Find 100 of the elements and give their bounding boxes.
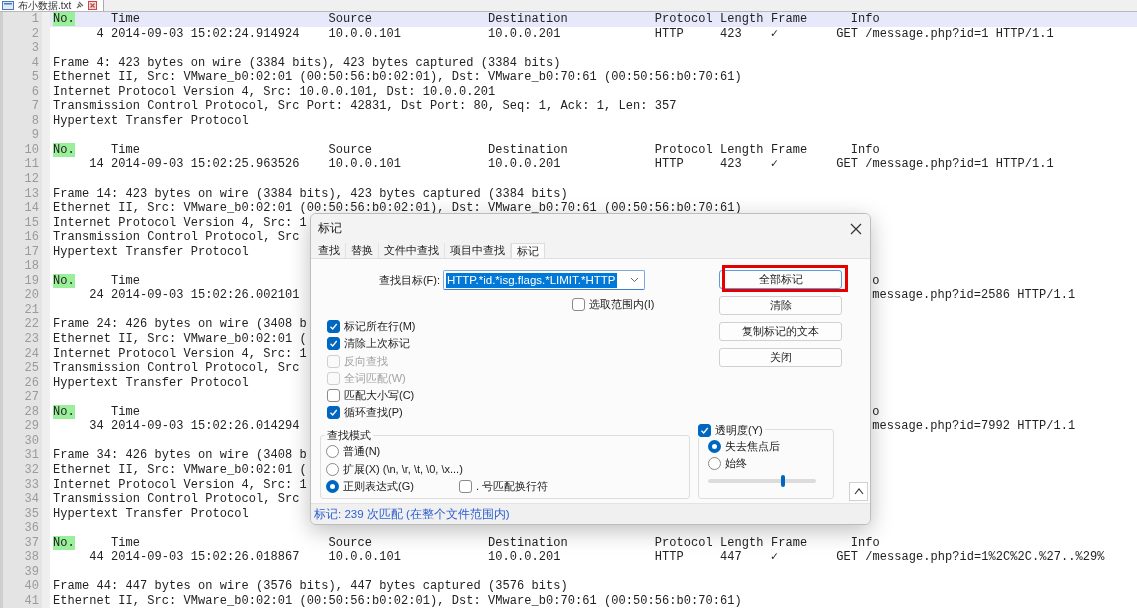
dropdown-caret-icon[interactable] — [630, 277, 639, 283]
code-line: Frame 44: 447 bytes on wire (3576 bits), 447 bytes captured (3576 bits) — [53, 579, 568, 594]
code-line: Ethernet II, Src: VMware_b0:02:01 (00:50:56:b0:02:01), Dst: VMware_b0:70:61 (00:50:56:b0:70:61) — [53, 593, 742, 608]
code-line: Transmission Control Protocol, Src — [53, 361, 300, 376]
radio-button[interactable] — [708, 457, 721, 471]
status-text: 标记: 239 次匹配 (在整个文件范围内) — [311, 503, 870, 524]
checkbox[interactable] — [698, 423, 711, 437]
line-number: 23 — [3, 332, 50, 347]
code-line: Transmission Control Protocol, Src Port: 42831, Dst Port: 80, Seq: 1, Ack: 1, Len: 357 — [53, 99, 677, 114]
line-number: 25 — [3, 361, 50, 376]
checkbox[interactable] — [327, 406, 340, 420]
checkbox-label: 选取范围内(I) — [589, 297, 655, 313]
checkbox[interactable] — [458, 479, 472, 493]
line-number: 9 — [3, 128, 50, 143]
slider-thumb[interactable] — [780, 475, 785, 488]
checkbox[interactable] — [327, 337, 340, 351]
file-icon — [2, 1, 14, 10]
code-line: Hypertext Transfer Protocol — [53, 375, 249, 390]
code-line: Transmission Control Protocol, Src — [53, 230, 300, 245]
line-number: 14 — [3, 201, 50, 216]
code-line: Internet Protocol Version 4, Src: 10.0.0.101, Dst: 10.0.0.201 — [53, 84, 496, 99]
line-number: 3 — [3, 41, 50, 56]
checkbox-label: 反向查找 — [344, 353, 388, 369]
file-tab-label: 布小数据.txt — [18, 0, 72, 11]
collapse-button[interactable] — [849, 482, 868, 501]
search-match: No. — [53, 404, 75, 419]
code-line: Time Source Destination Protocol Length Frame Info — [110, 142, 880, 157]
code-line: Frame 14: 423 bytes on wire (3384 bits), 423 bytes captured (3384 bits) — [53, 186, 568, 201]
code-line: Time Source Destination Protocol Length Frame Info — [110, 535, 880, 550]
search-match: No. — [53, 12, 75, 26]
line-number: 29 — [3, 419, 50, 434]
code-line: Hypertext Transfer Protocol — [53, 506, 249, 521]
radio-button[interactable] — [326, 445, 339, 459]
code-line: Ethernet II, Src: VMware_b0:02:01 (00:50:56:b0:02:01), Dst: VMware_b0:70:61 (00:50:56:b0:70:61) — [53, 70, 742, 85]
chevron-up-icon — [853, 488, 864, 495]
radio-button[interactable] — [326, 479, 339, 493]
checkbox-label: 标记所在行(M) — [344, 319, 416, 335]
code-line: Time — [110, 404, 141, 419]
code-line: 4 2014-09-03 15:02:24.914924 10.0.0.101 10.0.0.201 HTTP 423 ✓ GET /message.php?id=1 HTTP/1.1 — [95, 26, 1054, 41]
checkbox[interactable] — [327, 320, 340, 334]
radio-button[interactable] — [708, 440, 721, 454]
checkbox-label: 透明度(Y) — [715, 422, 763, 438]
close-icon[interactable] — [850, 222, 862, 235]
code-line: Time — [110, 273, 141, 288]
line-number: 36 — [3, 521, 50, 536]
file-tab[interactable]: 布小数据.txt — [0, 0, 105, 11]
line-number: 1 — [3, 12, 50, 27]
code-line: Transmission Control Protocol, Src — [53, 492, 300, 507]
search-match: No. — [53, 142, 75, 157]
checkbox-label: . 号匹配换行符 — [475, 478, 548, 494]
dialog-button[interactable]: 关闭 — [719, 348, 842, 367]
code-line: message.php?id=7992 HTTP/1.1 — [872, 419, 1076, 434]
line-number: 22 — [3, 317, 50, 333]
radio-label: 扩展(X) (\n, \r, \t, \0, \x...) — [343, 461, 463, 477]
search-match: No. — [53, 273, 75, 288]
pin-icon[interactable] — [75, 1, 85, 10]
code-line: Ethernet II, Src: VMware_b0:02:01 (00:50:56:b0:02:01), Dst: VMware_b0:70:61 (00:50:56:b0:70:61) — [53, 201, 742, 216]
checkbox-label: 循环查找(P) — [344, 405, 403, 421]
field-label: 查找目标(F): — [377, 272, 440, 288]
code-line: Internet Protocol Version 4, Src: 1 — [53, 346, 307, 361]
code-line: 34 2014-09-03 15:02:26.014294 — [88, 419, 300, 434]
radio-button[interactable] — [326, 462, 339, 476]
code-line: o — [872, 404, 880, 420]
group-title: 查找模式 — [325, 428, 373, 443]
code-line: 44 2014-09-03 15:02:26.018867 10.0.0.101 10.0.0.201 HTTP 447 ✓ GET /message.php?id=1%2C%2C.%27..%29% — [88, 550, 1105, 565]
dialog-button[interactable]: 复制标记的文本 — [719, 322, 842, 341]
line-number: 12 — [3, 172, 50, 187]
code-line: Time Source Destination Protocol Length Frame Info — [110, 12, 880, 26]
radio-label: 正则表达式(G) — [343, 478, 414, 494]
checkbox-label: 清除上次标记 — [344, 336, 410, 352]
code-line: Hypertext Transfer Protocol — [53, 113, 249, 128]
dialog-button[interactable]: 清除 — [719, 296, 842, 315]
tab[interactable]: 标记 — [511, 243, 545, 258]
code-line: Hypertext Transfer Protocol — [53, 244, 249, 259]
line-number: 27 — [3, 390, 50, 405]
checkbox-label: 全词匹配(W) — [344, 370, 406, 386]
line-number: 7 — [3, 99, 50, 114]
line-number: 5 — [3, 70, 50, 85]
code-line: 14 2014-09-03 15:02:25.963526 10.0.0.101 10.0.0.201 HTTP 423 ✓ GET /message.php?id=1 HTTP/1.1 — [88, 157, 1054, 172]
line-number: 18 — [3, 259, 50, 274]
code-line: Internet Protocol Version 4, Src: 1 — [53, 215, 307, 230]
radio-label: 始终 — [725, 456, 747, 472]
checkbox[interactable] — [572, 298, 585, 312]
line-number: 11 — [3, 157, 50, 172]
line-number: 16 — [3, 230, 50, 245]
line-number: 20 — [3, 288, 50, 303]
code-line: Frame 34: 426 bytes on wire (3408 b — [53, 448, 307, 463]
checkbox[interactable] — [327, 389, 340, 403]
dialog-button[interactable]: 全部标记 — [719, 270, 842, 289]
code-line: Ethernet II, Src: VMware_b0:02:01 ( — [53, 332, 307, 347]
search-field[interactable]: HTTP.*id.*isg.flags.*LIMIT.*HTTP — [443, 270, 645, 290]
code-line: o — [872, 273, 880, 289]
line-number: 38 — [3, 550, 50, 565]
code-line: Frame 4: 423 bytes on wire (3384 bits), 423 bytes captured (3384 bits) — [53, 55, 561, 70]
code-line: Ethernet II, Src: VMware_b0:02:01 ( — [53, 462, 307, 477]
line-number: 31 — [3, 448, 50, 463]
code-line: message.php?id=2586 HTTP/1.1 — [872, 288, 1076, 303]
radio-label: 失去焦点后 — [725, 439, 780, 455]
search-match: No. — [53, 535, 75, 550]
code-line: Internet Protocol Version 4, Src: 1 — [53, 477, 307, 492]
